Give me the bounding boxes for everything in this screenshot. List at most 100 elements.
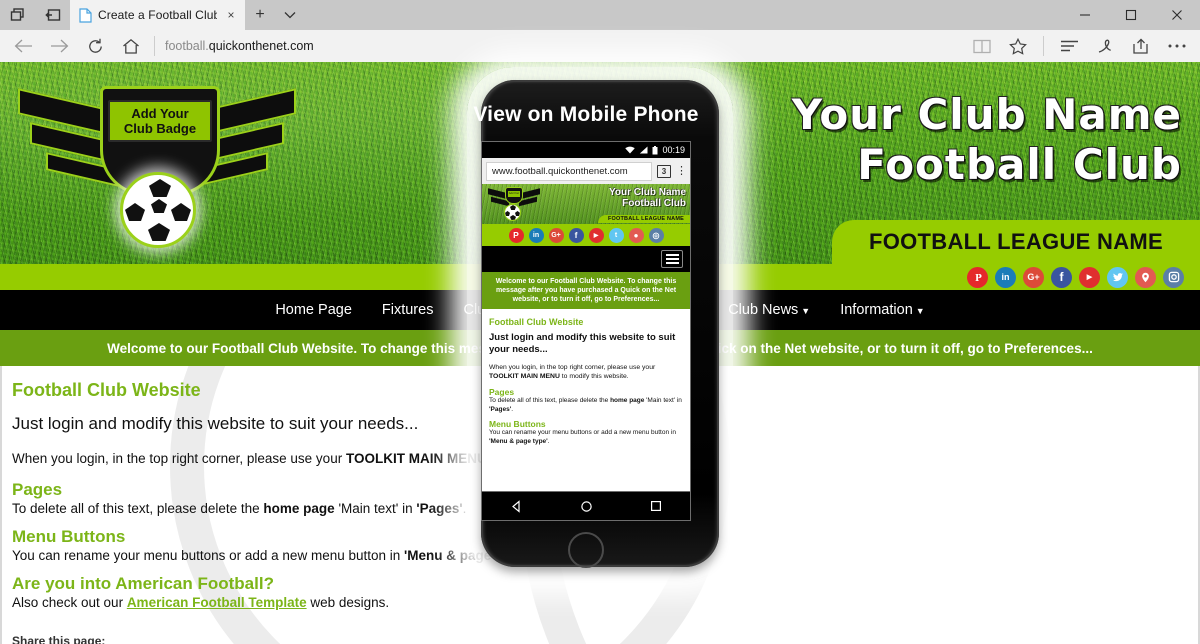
linkedin-icon[interactable]: in [995,266,1016,288]
star-icon[interactable] [1001,31,1035,61]
phone-url-field[interactable]: www.football.quickonthenet.com [486,161,652,181]
amfoot-text-b: web designs. [306,595,390,610]
phone-pages-heading: Pages [489,387,515,397]
pages-text-b: 'Main text' in [334,501,417,516]
phone-content: Football Club Website Just login and mod… [482,309,690,482]
phone-shield: Add Your Club Badge [505,187,523,204]
wifi-icon [625,146,636,154]
more-dots-icon[interactable] [1160,31,1194,61]
club-badge[interactable]: Add Your Club Badge [12,72,302,252]
new-tab-button[interactable]: + [245,0,275,30]
phone-para-bold: TOOLKIT MAIN MENU [489,373,560,380]
nav-item-fixtures[interactable]: Fixtures [382,302,434,318]
youtube-icon[interactable]: ▶ [1079,266,1100,288]
instagram-icon[interactable] [1163,266,1184,288]
tab-preview-icon[interactable] [0,0,35,30]
club-name-line-2: Football Club [857,140,1182,189]
chevron-down-icon: ▼ [915,306,925,316]
toolbar-divider [154,36,155,56]
phone-screen: 00:19 www.football.quickonthenet.com 3 ⋮… [482,142,690,492]
tab-title: Create a Football Club W [98,8,217,22]
web-notes-pen-icon[interactable] [1088,31,1122,61]
location-pin-icon[interactable]: ● [628,227,644,243]
pinterest-icon[interactable]: P [967,266,988,288]
american-football-template-link[interactable]: American Football Template [127,595,307,610]
facebook-icon[interactable]: f [1051,266,1072,288]
reading-view-icon[interactable] [965,31,999,61]
google-plus-icon[interactable]: G+ [548,227,564,243]
nav-item-information-label: Information [840,302,913,318]
recents-square-icon[interactable] [650,500,662,512]
nav-item-club-news[interactable]: Club News ▼ [728,302,810,318]
para-bold-toolkit: TOOLKIT MAIN MENU [345,451,487,466]
phone-club-badge: Add Your Club Badge [488,185,540,223]
chevron-down-icon: ▼ [801,306,811,316]
minimize-button[interactable] [1062,0,1108,30]
phone-social-bar: P in G+ f ▶ t ● ◎ [482,224,690,246]
browser-tab[interactable]: Create a Football Club W × [70,0,245,30]
browser-window: Create a Football Club W × + [0,0,1200,644]
maximize-button[interactable] [1108,0,1154,30]
phone-para-text-a: When you login, in the top right corner,… [489,364,656,371]
address-bar[interactable]: football. quickonthenet.com [165,31,963,61]
phone-system-nav-bar [482,492,690,520]
nav-item-information[interactable]: Information ▼ [840,302,924,318]
phone-club-name-line-1: Your Club Name [608,187,686,198]
phone-pages-bold-1: home page [610,397,645,404]
battery-icon [652,145,658,154]
pages-bold-home-page: home page [263,501,335,516]
facebook-icon[interactable]: f [568,227,584,243]
pinterest-icon[interactable]: P [508,227,524,243]
back-arrow-icon[interactable] [6,31,40,61]
phone-site-header: Add Your Club Badge Your Club Name Footb… [482,184,690,224]
phone-menu-bar [482,246,690,272]
signal-icon [640,146,648,154]
phone-content-lead: Just login and modify this website to su… [489,332,676,355]
forward-arrow-icon[interactable] [42,31,76,61]
twitter-icon[interactable]: t [608,227,624,243]
back-triangle-icon[interactable] [510,499,523,513]
share-icon[interactable] [1124,31,1158,61]
nav-item-club-news-label: Club News [728,302,799,318]
club-name-heading: Your Club Name Football Club [792,90,1182,190]
chevron-down-icon[interactable] [275,0,305,30]
phone-pages-paragraph: To delete all of this text, please delet… [489,397,683,414]
hub-lines-icon[interactable] [1052,31,1086,61]
content-left-border [0,366,2,644]
home-icon[interactable] [114,31,148,61]
phone-home-button[interactable] [568,532,604,568]
phone-menu-text-a: You can rename your menu buttons or add … [489,429,676,436]
close-icon[interactable]: × [223,7,239,23]
share-this-page-label: Share this page: [12,634,106,644]
para-text-a: When you login, in the top right corner,… [12,451,346,466]
location-pin-icon[interactable] [1135,266,1156,288]
close-button[interactable] [1154,0,1200,30]
phone-badge-text: Add Your Club Badge [508,191,520,197]
phone-more-menu-icon[interactable]: ⋮ [676,166,687,177]
club-badge-text: Add Your Club Badge [108,100,212,142]
phone-title: View on Mobile Phone [473,103,699,126]
phone-club-name: Your Club Name Football Club [609,187,686,209]
linkedin-icon[interactable]: in [528,227,544,243]
pages-text-c: . [462,501,467,516]
pages-bold-pages: 'Pages' [416,501,463,516]
phone-club-name-line-2: Football Club [622,198,686,209]
club-name-line-1: Your Club Name [791,90,1182,139]
phone-tab-count-button[interactable]: 3 [657,164,671,178]
phone-welcome-message: Welcome to our Football Club Website. To… [482,272,690,309]
google-plus-icon[interactable]: G+ [1023,266,1044,288]
instagram-icon[interactable]: ◎ [648,227,664,243]
mobile-phone-mockup: View on Mobile Phone 00:19 www.football.… [467,67,733,580]
refresh-icon[interactable] [78,31,112,61]
phone-pages-bold-2: 'Pages' [489,405,512,413]
hamburger-menu-icon[interactable] [661,250,683,268]
set-tabs-aside-icon[interactable] [35,0,70,30]
home-circle-icon[interactable] [580,500,593,513]
phone-para-tail: to modify this website. [559,373,629,380]
twitter-icon[interactable] [1107,266,1128,288]
youtube-icon[interactable]: ▶ [588,227,604,243]
nav-item-home-page[interactable]: Home Page [275,302,352,318]
browser-toolbar: football. quickonthenet.com [0,30,1200,62]
phone-clock: 00:19 [662,145,685,155]
menu-text-a: You can rename your menu buttons or add … [12,548,405,563]
